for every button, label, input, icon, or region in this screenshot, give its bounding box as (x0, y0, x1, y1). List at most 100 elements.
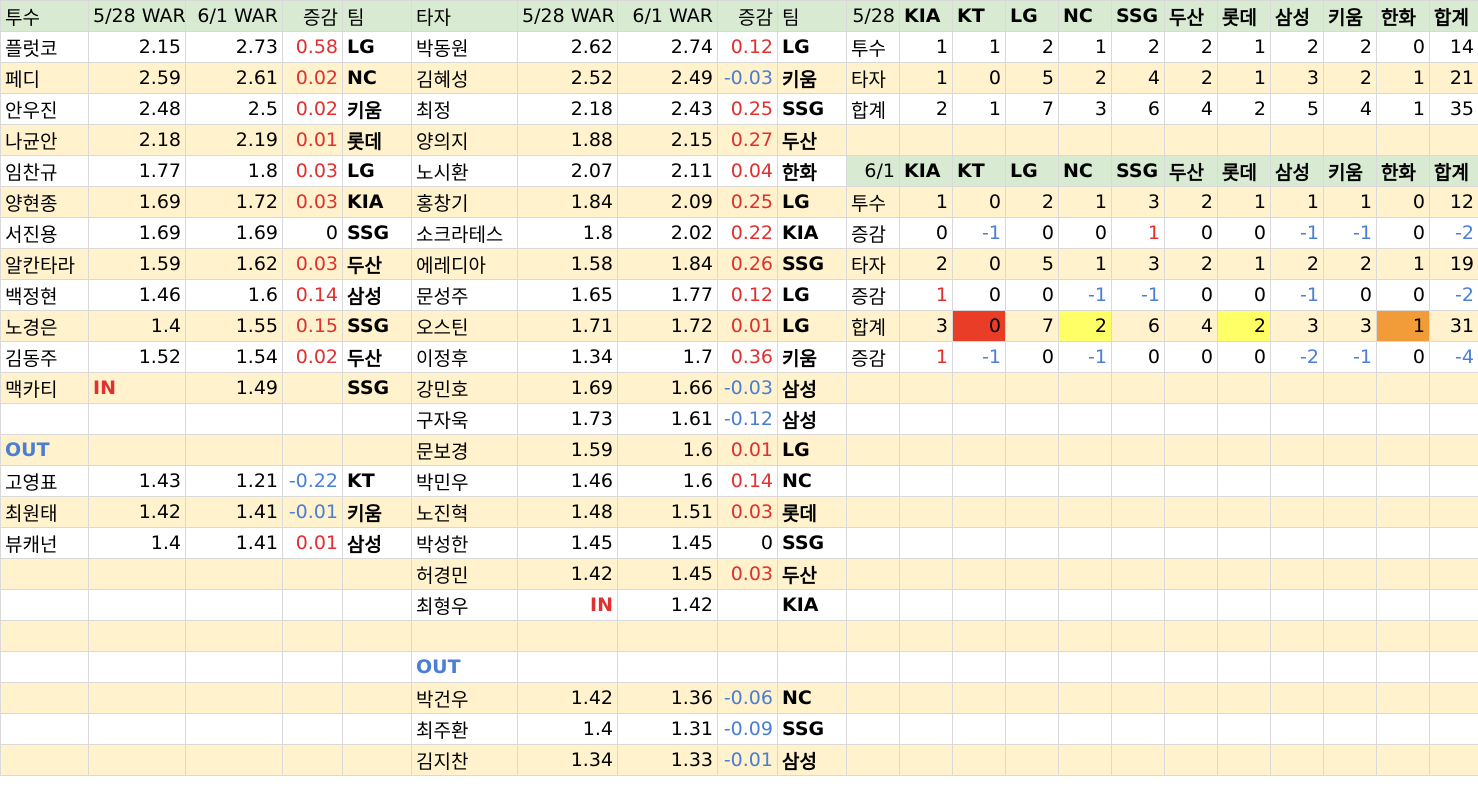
war-diff: 0.01 (717, 434, 778, 466)
empty-cell (1270, 620, 1324, 652)
empty-cell (0, 682, 89, 714)
war-diff: 0.27 (717, 124, 778, 156)
empty-cell (1323, 403, 1377, 435)
war-diff: 0.01 (282, 124, 343, 156)
summary-value: 3 (1058, 93, 1112, 125)
summary-column-header: 키움 (1323, 0, 1377, 32)
war-0528: 1.46 (517, 465, 618, 497)
empty-cell (185, 682, 283, 714)
empty-cell (282, 434, 343, 466)
empty-cell (282, 744, 343, 776)
war-0601: 1.51 (617, 496, 718, 528)
summary-value: 3 (899, 310, 953, 342)
empty-cell (1429, 434, 1478, 466)
empty-cell (88, 434, 186, 466)
team-name: 두산 (777, 124, 847, 156)
war-0528: 2.18 (88, 124, 186, 156)
summary-value: 2 (1164, 31, 1218, 63)
empty-cell (342, 713, 412, 745)
summary-column-header: LG (1005, 155, 1059, 187)
table-row: 최형우 IN 1.42 KIA (411, 589, 847, 621)
table-row: 고영표 1.43 1.21 -0.22 KT (0, 465, 412, 497)
summary-value: 2 (1164, 186, 1218, 218)
player-name: 김동주 (0, 341, 89, 373)
empty-cell (1111, 496, 1165, 528)
summary-value: 2 (1164, 248, 1218, 280)
empty-cell (899, 496, 953, 528)
empty-cell (1111, 620, 1165, 652)
summary-value: -1 (1058, 341, 1112, 373)
war-diff: 0.02 (282, 93, 343, 125)
summary-value: 0 (1376, 217, 1430, 249)
empty-row (411, 620, 847, 652)
player-name: 오스틴 (411, 310, 518, 342)
team-name: 삼성 (342, 527, 412, 559)
empty-cell (846, 403, 900, 435)
player-name: 에레디아 (411, 248, 518, 280)
table-row: 박동원 2.62 2.74 0.12 LG (411, 31, 847, 63)
summary-value: 2 (1323, 248, 1377, 280)
summary-value: 0 (952, 248, 1006, 280)
table-row: 노시환 2.07 2.11 0.04 한화 (411, 155, 847, 187)
summary-value: 0 (952, 279, 1006, 311)
empty-row (846, 496, 1478, 528)
empty-cell (282, 713, 343, 745)
empty-cell (342, 434, 412, 466)
summary-value: -4 (1429, 341, 1478, 373)
summary-value: 0 (1005, 341, 1059, 373)
empty-cell (899, 403, 953, 435)
empty-cell (185, 558, 283, 590)
summary-value: 0 (1058, 217, 1112, 249)
player-name: 이정후 (411, 341, 518, 373)
empty-cell (1058, 496, 1112, 528)
empty-cell (1058, 465, 1112, 497)
empty-cell (1005, 403, 1059, 435)
summary-value: 0 (952, 62, 1006, 94)
empty-cell (0, 589, 89, 621)
team-name: LG (777, 279, 847, 311)
player-name: 최원태 (0, 496, 89, 528)
empty-row (0, 682, 412, 714)
empty-cell (952, 682, 1006, 714)
war-diff: 0.58 (282, 31, 343, 63)
empty-cell (88, 651, 186, 683)
empty-cell (88, 620, 186, 652)
empty-cell (1217, 589, 1271, 621)
summary-value: -1 (1270, 217, 1324, 249)
war-0601: 2.5 (185, 93, 283, 125)
table-row: 뷰캐넌 1.4 1.41 0.01 삼성 (0, 527, 412, 559)
team-name: KIA (342, 186, 412, 218)
empty-cell (952, 434, 1006, 466)
summary-value: 0 (1376, 279, 1430, 311)
empty-cell (1058, 124, 1112, 156)
war-diff: 0.25 (717, 186, 778, 218)
summary-row-label: 투수 (846, 186, 900, 218)
summary-value: 0 (1376, 341, 1430, 373)
empty-cell (1111, 124, 1165, 156)
empty-row (0, 403, 412, 435)
summary-value: 1 (1217, 186, 1271, 218)
empty-cell (1217, 620, 1271, 652)
war-0601: 1.61 (617, 403, 718, 435)
empty-cell (1270, 124, 1324, 156)
empty-cell (1270, 434, 1324, 466)
team-name: KT (342, 465, 412, 497)
empty-cell (846, 527, 900, 559)
empty-cell (899, 651, 953, 683)
empty-row (0, 558, 412, 590)
empty-cell (1376, 589, 1430, 621)
empty-cell (1111, 713, 1165, 745)
player-name: 허경민 (411, 558, 518, 590)
summary-value: -1 (1323, 341, 1377, 373)
summary-value: 0 (1005, 217, 1059, 249)
column-header: 5/28 WAR (517, 0, 618, 32)
empty-cell (899, 589, 953, 621)
empty-cell (952, 527, 1006, 559)
empty-cell (185, 713, 283, 745)
summary-value: 1 (1058, 31, 1112, 63)
table-row: 김지찬 1.34 1.33 -0.01 삼성 (411, 744, 847, 776)
empty-cell (282, 620, 343, 652)
empty-cell (1323, 372, 1377, 404)
empty-cell (282, 589, 343, 621)
war-0528: 1.4 (88, 527, 186, 559)
